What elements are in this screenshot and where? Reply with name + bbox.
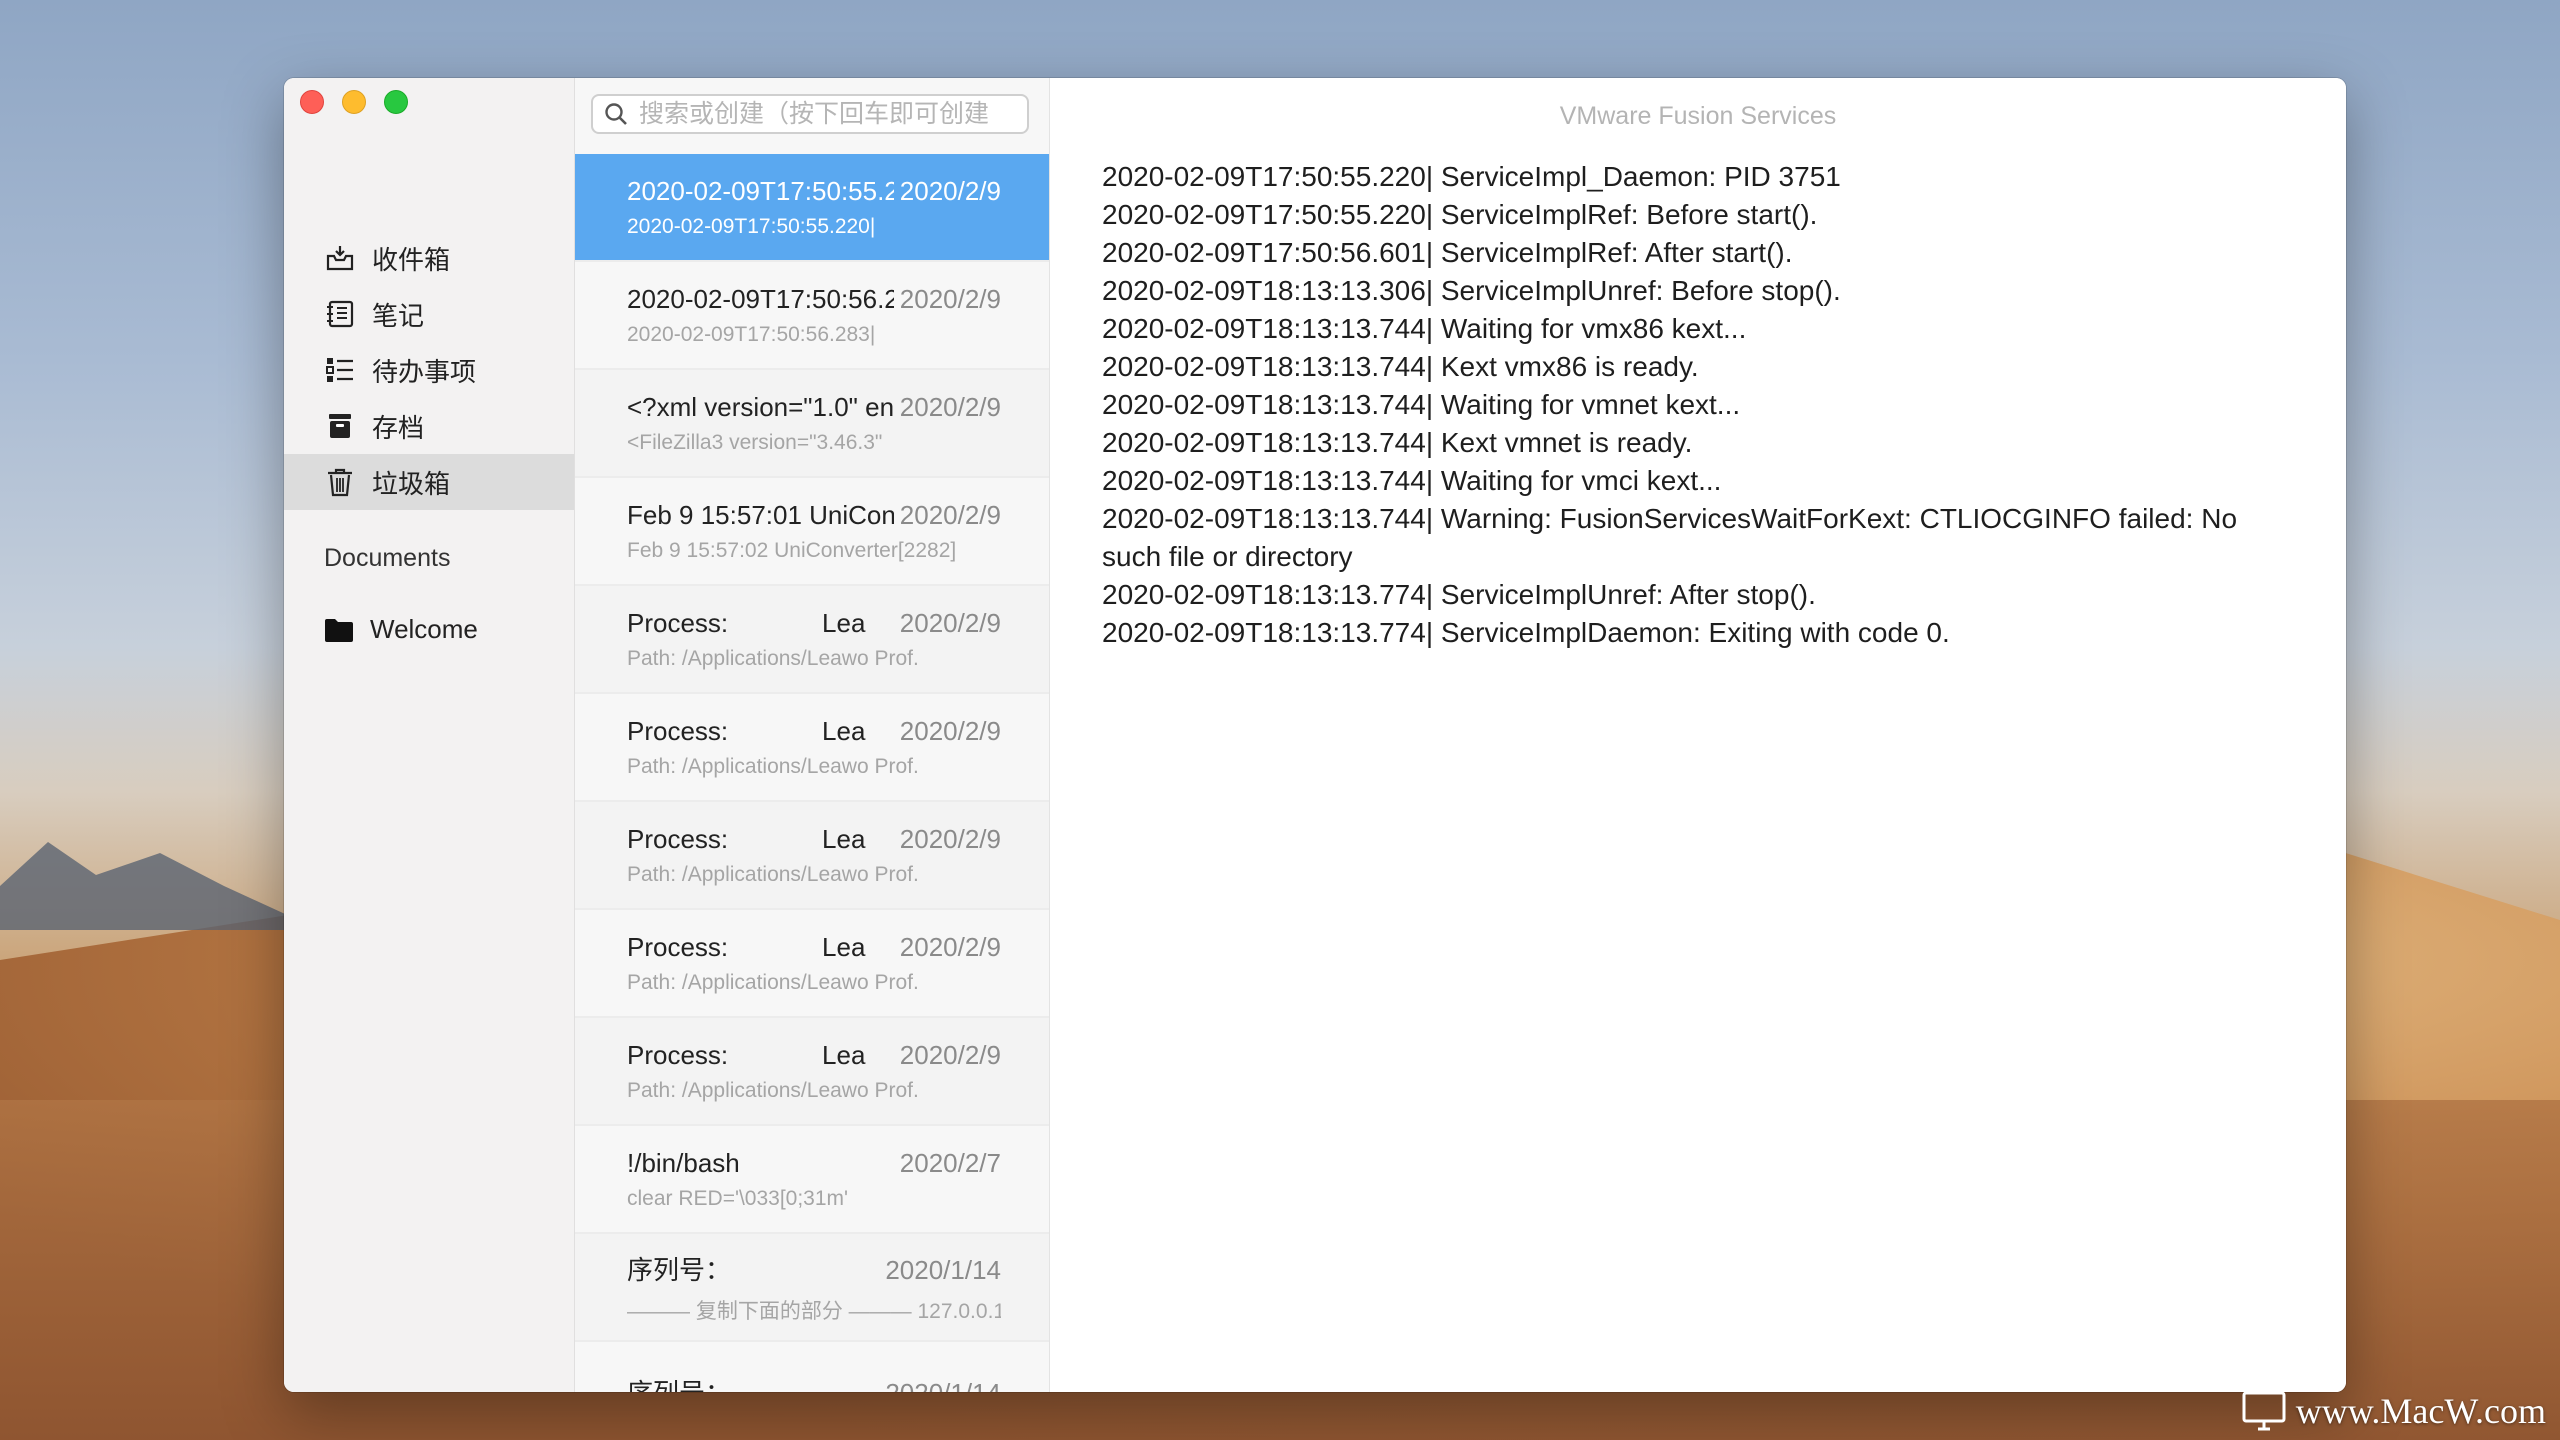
note-title: <?xml version="1.0" encoding [627,391,894,422]
note-date: 2020/2/9 [899,931,1001,962]
note-editor-title: VMware Fusion Services [1559,102,1837,130]
note-list-item[interactable]: <?xml version="1.0" encoding2020/2/9 <Fi… [575,370,1049,478]
note-date: 2020/1/14 [885,1378,1001,1393]
sidebar-item-label: 存档 [372,412,425,443]
note-line: 2020-02-09T18:13:13.774| ServiceImplDaem… [1102,617,1950,648]
note-title: 2020-02-09T17:50:55.220| ServiceImpl_Dae… [627,175,894,206]
note-line: 2020-02-09T17:50:55.220| ServiceImplRef:… [1102,199,1818,230]
app-window: 收件箱 笔记 待办事项 存档 垃圾箱 Documents Welcome 搜索或… [284,78,2346,1392]
checklist-icon [326,358,353,382]
note-title: Feb 9 15:57:01 UniConverter [627,499,894,530]
note-date: 2020/2/9 [899,391,1001,422]
note-preview: Path: /Applications/Leawo Prof. [627,754,919,778]
watermark: www.MacW.com [2242,1390,2546,1432]
note-list-item[interactable]: Process: Lea 2020/2/9 Path: /Applications… [575,910,1049,1018]
monitor-logo-icon [2242,1391,2286,1431]
note-preview: 2020-02-09T17:50:55.220| [627,214,876,238]
trash-icon [328,468,352,497]
sidebar-item-notes[interactable]: 笔记 [284,286,574,342]
note-line: 2020-02-09T18:13:13.744| Kext vmnet is r… [1102,427,1693,458]
note-list-item[interactable]: 2020-02-09T17:50:56.283| ServiceImpl2020… [575,262,1049,370]
note-list-item[interactable]: Feb 9 15:57:01 UniConverter2020/2/9 Feb … [575,478,1049,586]
search-box [591,94,1029,134]
inbox-icon [326,246,354,271]
note-title: Process: Lea [627,715,866,746]
sidebar-item-inbox[interactable]: 收件箱 [284,230,574,286]
minimize-window-button[interactable] [342,90,366,114]
note-list-item[interactable]: Process: Lea 2020/2/9 Path: /Applications… [575,694,1049,802]
folder-icon [325,618,353,642]
note-list-item[interactable]: Process: Lea 2020/2/9 Path: /Applications… [575,586,1049,694]
note-preview: Path: /Applications/Leawo Prof. [627,970,919,994]
note-preview: ——— 复制下面的部分 ——— 127.0.0.1 [627,1299,1001,1323]
note-list-item[interactable]: 序列号： 2020/1/14 ——— 复制下面的部分 ——— 127.0.0.1 [575,1234,1049,1342]
note-date: 2020/2/9 [899,1039,1001,1070]
note-preview: 2020-02-09T17:50:56.283| [627,322,876,346]
note-line: 2020-02-09T17:50:55.220| ServiceImpl_Dae… [1102,161,1841,192]
note-date: 2020/2/7 [899,1147,1001,1178]
note-date: 2020/2/9 [899,499,1001,530]
close-window-button[interactable] [300,90,324,114]
note-title: Process: Lea [627,607,866,638]
note-list-item[interactable]: Process: Lea 2020/2/9 Path: /Applications… [575,1018,1049,1126]
note-date: 2020/2/9 [899,175,1001,206]
window-controls [300,90,408,114]
note-date: 2020/2/9 [899,823,1001,854]
desktop-mountain [0,842,320,930]
note-title: 序列号： [627,1254,732,1285]
sidebar-item-trash[interactable]: 垃圾箱 [284,454,574,510]
note-line: 2020-02-09T18:13:13.744| Kext vmx86 is r… [1102,351,1699,382]
note-title: Process: Lea [627,823,866,854]
search-input[interactable] [637,98,1021,130]
note-date: 2020/2/9 [899,607,1001,638]
note-preview: Path: /Applications/Leawo Prof. [627,862,919,886]
watermark-text: www.MacW.com [2295,1391,2546,1431]
note-rows: 2020-02-09T17:50:55.220| ServiceImpl_Dae… [575,154,1049,1392]
note-date: 2020/2/9 [899,715,1001,746]
search-icon [605,103,627,125]
note-line: 2020-02-09T18:13:13.744| Waiting for vmx… [1102,313,1747,344]
zoom-window-button[interactable] [384,90,408,114]
sidebar-item-label: 笔记 [372,300,425,331]
note-title: !/bin/bash [627,1147,740,1178]
note-preview: Path: /Applications/Leawo Prof. [627,1078,919,1102]
note-title: Process: Lea [627,931,866,962]
note-preview: <FileZilla3 version="3.46.3" [627,430,883,454]
sidebar-item-todos[interactable]: 待办事项 [284,342,574,398]
note-line: 2020-02-09T18:13:13.774| ServiceImplUnre… [1102,579,1816,610]
note-editor[interactable]: VMware Fusion Services 2020-02-09T17:50:… [1050,78,2346,1392]
note-line: 2020-02-09T18:13:13.306| ServiceImplUnre… [1102,275,1841,306]
note-list-item[interactable]: Process: Lea 2020/2/9 Path: /Applications… [575,802,1049,910]
note-title: 序列号： [627,1373,879,1393]
note-list-item[interactable]: !/bin/bash 2020/2/7 clear RED='\033[0;31m… [575,1126,1049,1234]
note-title: 2020-02-09T17:50:56.283| ServiceImpl [627,283,894,314]
note-body[interactable]: 2020-02-09T17:50:55.220| ServiceImpl_Dae… [1102,158,2266,652]
note-preview: Feb 9 15:57:02 UniConverter[2282] [627,538,957,562]
note-line: 2020-02-09T18:13:13.744| Waiting for vmc… [1102,465,1722,496]
note-list: 2020-02-09T17:50:55.220| ServiceImpl_Dae… [575,78,1050,1392]
archive-icon [329,414,351,438]
sidebar-item-archive[interactable]: 存档 [284,398,574,454]
note-list-item[interactable]: 2020-02-09T17:50:55.220| ServiceImpl_Dae… [575,154,1049,262]
notebook-icon [327,300,354,328]
note-preview: clear RED='\033[0;31m' [627,1186,849,1210]
note-date: 2020/1/14 [885,1254,1001,1285]
note-line: 2020-02-09T17:50:56.601| ServiceImplRef:… [1102,237,1793,268]
folder-label: Welcome [370,614,478,644]
documents-section-title: Documents [324,544,451,572]
sidebar: 收件箱 笔记 待办事项 存档 垃圾箱 Documents Welcome [284,78,575,1392]
note-preview: Path: /Applications/Leawo Prof. [627,646,919,670]
sidebar-item-label: 垃圾箱 [372,468,451,499]
sidebar-item-label: 收件箱 [372,244,451,275]
note-date: 2020/2/9 [899,283,1001,314]
note-line: 2020-02-09T18:13:13.744| Waiting for vmn… [1102,389,1741,420]
sidebar-item-label: 待办事项 [372,356,477,387]
sidebar-folder-welcome[interactable]: Welcome [324,614,478,645]
note-list-item[interactable]: 序列号： 2020/1/14 [575,1342,1049,1392]
note-title: Process: Lea [627,1039,866,1070]
note-line: 2020-02-09T18:13:13.744| Warning: Fusion… [1102,503,2245,572]
sidebar-nav: 收件箱 笔记 待办事项 存档 垃圾箱 [284,230,574,510]
